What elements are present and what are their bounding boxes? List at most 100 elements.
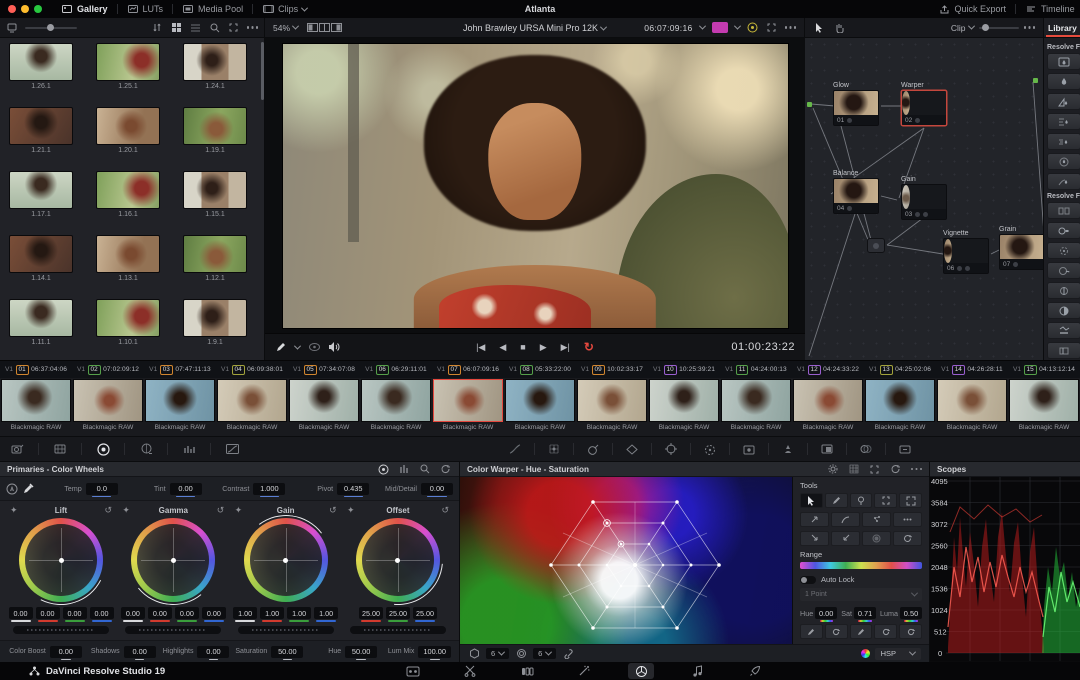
annotate-dropdown-icon[interactable] — [294, 342, 301, 349]
wheels-mode-icon[interactable] — [377, 462, 389, 476]
hue-divisions-dropdown[interactable]: 6 — [486, 648, 509, 659]
timecode-dropdown-icon[interactable] — [698, 23, 705, 30]
viewer-zoom-select[interactable]: 54% — [273, 23, 298, 33]
gain-blue-value[interactable]: 1.00 — [314, 607, 338, 619]
gallery-still[interactable]: 1.11.1 — [9, 299, 73, 360]
highlights-field[interactable]: Highlights0.00 — [156, 646, 230, 658]
minimize-window-button[interactable] — [21, 5, 29, 13]
gamma-luminance-icon[interactable]: ✦ — [122, 505, 130, 516]
clip-info[interactable]: V1 12 04:24:33:22 — [792, 361, 864, 378]
gain-green-value[interactable]: 1.00 — [287, 607, 311, 619]
camera-raw-icon[interactable] — [10, 442, 24, 456]
clip-info[interactable]: V1 10 10:25:39:21 — [648, 361, 720, 378]
magic-mask-icon[interactable] — [703, 442, 717, 456]
waveform-scope[interactable]: 4095 358430722560 204815361024 5120 — [930, 477, 1080, 662]
media-pool-toggle-button[interactable]: Media Pool — [173, 0, 252, 18]
edit-page-button[interactable] — [514, 663, 540, 679]
link-icon[interactable] — [562, 647, 574, 661]
warper-sat-field[interactable]: Sat0.71 — [841, 607, 876, 619]
gamma-red-value[interactable]: 0.00 — [148, 607, 172, 619]
hue-field[interactable]: Hue50.00 — [303, 646, 377, 658]
multi-point-tool-button[interactable] — [862, 512, 891, 527]
nudge-tool-button[interactable] — [800, 531, 829, 546]
fusion-page-button[interactable] — [571, 663, 597, 679]
node-graph-panel[interactable]: Glow 01 Warper 02 Balance 04 Gain — [805, 38, 1043, 360]
viewer-more-icon[interactable] — [785, 26, 788, 29]
warper-more-icon[interactable] — [911, 468, 914, 471]
timeline-clip[interactable]: Blackmagic RAW — [432, 378, 504, 436]
fx-motion-blur-button[interactable] — [1047, 173, 1080, 190]
gain-master-slider[interactable] — [238, 626, 334, 634]
node-grain[interactable]: Grain 07 — [999, 226, 1043, 270]
loop-button[interactable]: ↻ — [584, 340, 594, 354]
clip-info[interactable]: V1 07 06:07:09:16 — [432, 361, 504, 378]
clip-info[interactable]: V1 15 04:13:12:14 — [1008, 361, 1080, 378]
next-clip-button[interactable]: ▶| — [561, 342, 570, 353]
mid-detail-field[interactable]: Mid/Detail0.00 — [373, 483, 453, 495]
fx-dehaze-button[interactable] — [1047, 322, 1080, 339]
still-albums-icon[interactable] — [6, 21, 18, 35]
sizing-palette-icon[interactable] — [820, 442, 834, 456]
wheels-reset-icon[interactable] — [440, 462, 452, 476]
gallery-still[interactable]: 1.10.1 — [96, 299, 160, 360]
node-gain[interactable]: Gain 03 — [901, 176, 947, 184]
node-mode-dropdown[interactable]: Clip — [951, 23, 974, 33]
gain-luminance-icon[interactable]: ✦ — [235, 505, 243, 516]
select-tool-button[interactable] — [800, 493, 823, 508]
timeline-clip[interactable]: Blackmagic RAW — [144, 378, 216, 436]
clips-toggle-button[interactable]: Clips — [253, 0, 316, 18]
clip-info[interactable]: V1 14 04:26:28:11 — [936, 361, 1008, 378]
gamma-master-value[interactable]: 0.00 — [121, 607, 145, 619]
expand-panel-icon[interactable] — [228, 21, 240, 35]
offset-reset-icon[interactable]: ↺ — [441, 505, 449, 516]
warper-grid-icon[interactable] — [848, 462, 860, 476]
fx-mosaic-blur-button[interactable] — [1047, 113, 1080, 130]
pan-hand-icon[interactable] — [833, 21, 845, 35]
curves-custom-icon[interactable] — [508, 442, 522, 456]
key-palette-icon[interactable] — [781, 442, 795, 456]
sat-divisions-dropdown[interactable]: 6 — [533, 648, 556, 659]
sort-icon[interactable] — [152, 21, 164, 35]
tint-field[interactable]: Tint0.00 — [122, 483, 202, 495]
clip-info[interactable]: V1 08 05:33:22:00 — [504, 361, 576, 378]
fx-gaussian-blur-button[interactable] — [1047, 73, 1080, 90]
split-viewer-icon[interactable] — [318, 21, 330, 35]
clip-info[interactable]: V1 09 10:02:33:17 — [576, 361, 648, 378]
gallery-still[interactable]: 1.12.1 — [183, 235, 247, 299]
color-wheels-icon[interactable] — [96, 442, 110, 456]
fx-contrast-pop-button[interactable] — [1047, 302, 1080, 319]
clip-info[interactable]: V1 11 04:24:00:13 — [720, 361, 792, 378]
color-page-button[interactable] — [628, 663, 654, 679]
cursor-icon[interactable] — [813, 21, 825, 35]
speaker-icon[interactable] — [328, 340, 340, 354]
pivot-field[interactable]: Pivot0.435 — [289, 483, 369, 495]
fx-chromatic-adapt-button[interactable] — [1047, 222, 1080, 239]
picker-eyedropper-icon[interactable] — [22, 482, 34, 496]
lift-reset-icon[interactable]: ↺ — [104, 505, 112, 516]
gallery-still[interactable]: 1.9.1 — [183, 299, 247, 360]
warper-expand-icon[interactable] — [869, 462, 881, 476]
gamma-green-value[interactable]: 0.00 — [175, 607, 199, 619]
push-up-tool-button[interactable] — [800, 512, 829, 527]
cut-page-button[interactable] — [457, 663, 483, 679]
timeline-clip[interactable]: Blackmagic RAW — [792, 378, 864, 436]
fx-color-stabilizer-button[interactable] — [1047, 282, 1080, 299]
viewer-canvas[interactable] — [265, 38, 805, 333]
qualifier-icon[interactable] — [586, 442, 600, 456]
warper-luma-field[interactable]: Luma0.50 — [880, 607, 922, 619]
gallery-scrollbar[interactable] — [261, 42, 264, 100]
hue-saturation-mesh[interactable] — [460, 477, 792, 644]
single-viewer-icon[interactable] — [306, 21, 318, 35]
hue-range-bar[interactable] — [800, 562, 922, 569]
stereo-3d-icon[interactable] — [859, 442, 873, 456]
window-icon[interactable] — [625, 442, 639, 456]
lift-red-value[interactable]: 0.00 — [36, 607, 60, 619]
node-more-icon[interactable] — [1024, 26, 1027, 29]
clip-info[interactable]: V1 06 06:29:11:01 — [360, 361, 432, 378]
shadows-field[interactable]: Shadows0.00 — [82, 646, 156, 658]
wheels-zoom-icon[interactable] — [419, 462, 431, 476]
luts-toggle-button[interactable]: LUTs — [118, 0, 173, 18]
fullscreen-icon[interactable] — [766, 21, 778, 35]
offset-green-value[interactable]: 25.00 — [386, 607, 410, 619]
fx-color-comp-button[interactable] — [1047, 202, 1080, 219]
